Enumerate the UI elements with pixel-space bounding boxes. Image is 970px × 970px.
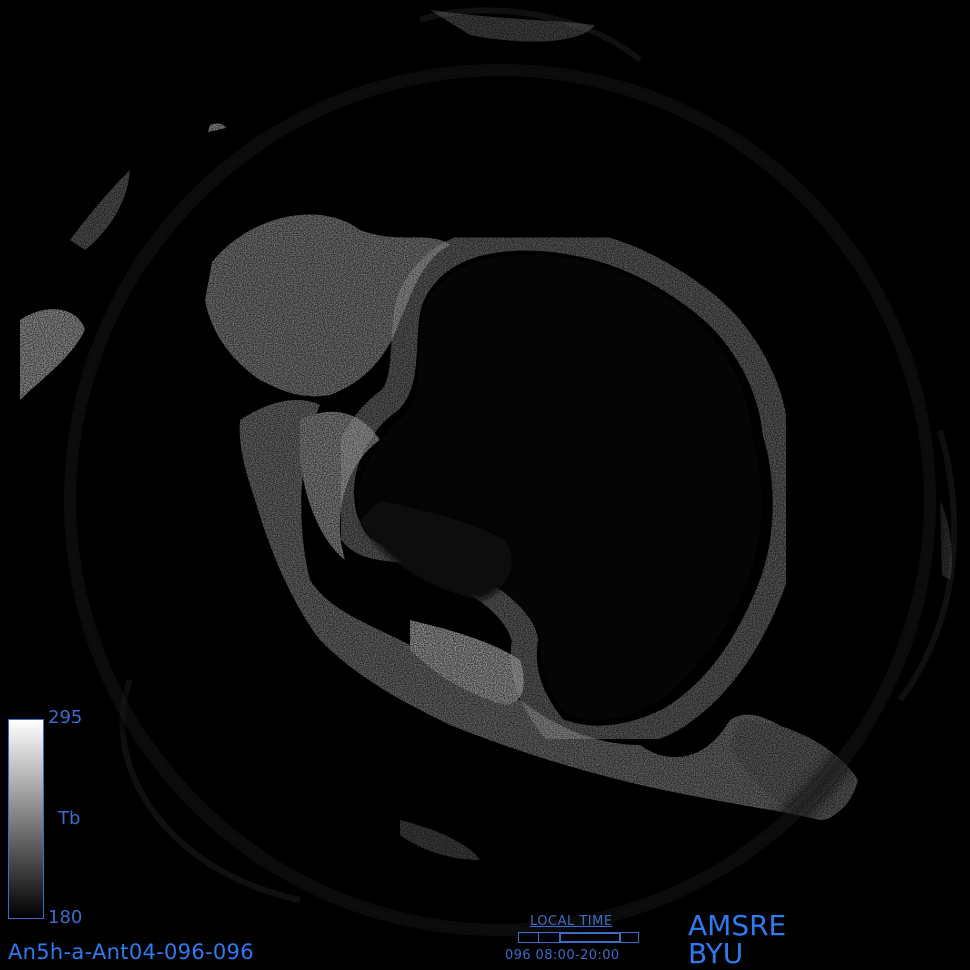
colorbar-min-label: 180 xyxy=(48,907,83,928)
local-time-range: 096 08:00-20:00 xyxy=(505,948,620,963)
colorbar-units-label: Tb xyxy=(58,808,81,829)
antarctica-brightness-map xyxy=(0,0,970,970)
local-time-window xyxy=(559,932,621,943)
colorbar-max-label: 295 xyxy=(48,707,83,728)
institution-label: BYU xyxy=(688,937,744,970)
colorbar xyxy=(8,719,44,919)
local-time-bar-tick xyxy=(538,933,539,942)
local-time-bar xyxy=(518,932,639,943)
local-time-title: LOCAL TIME xyxy=(530,914,613,929)
image-id-label: An5h-a-Ant04-096-096 xyxy=(8,940,254,964)
sensor-label: AMSRE xyxy=(688,909,787,942)
